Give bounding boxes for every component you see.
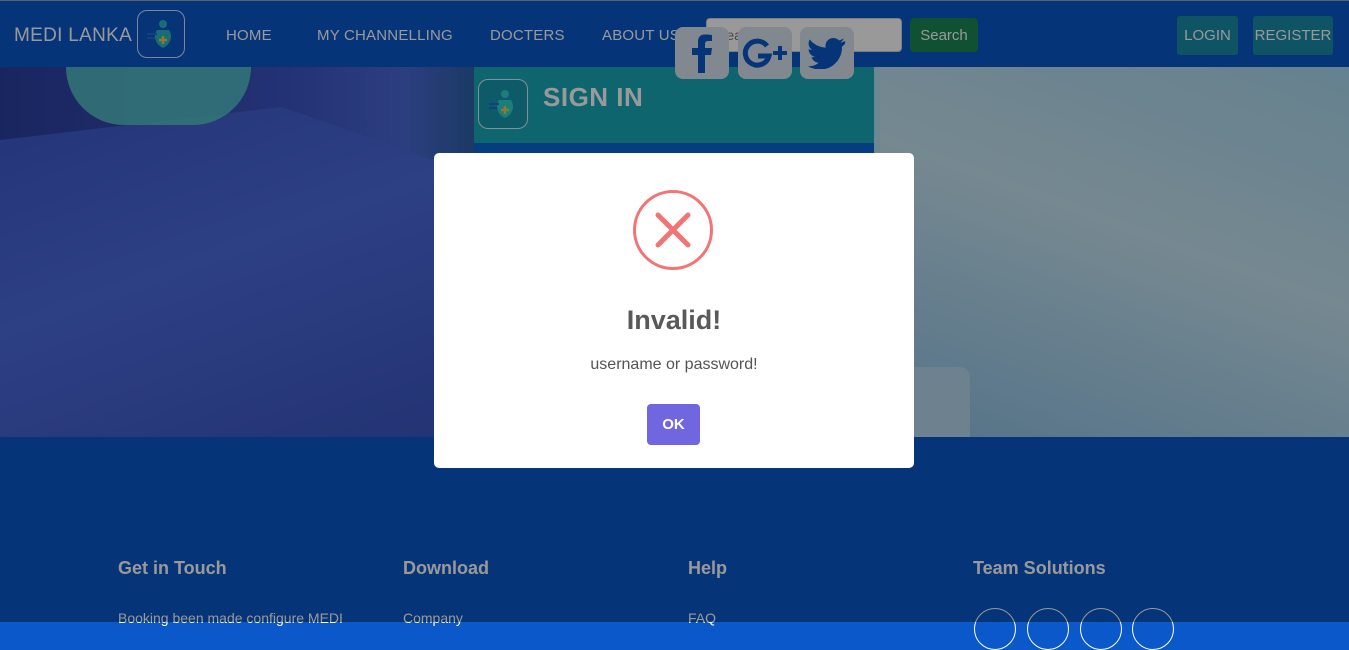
ok-button[interactable]: OK [647,404,700,445]
error-x-icon [633,190,713,270]
dialog-title: Invalid! [626,305,722,335]
error-dialog: Invalid! username or password! OK [434,153,914,468]
dialog-message: username or password! [590,356,758,373]
